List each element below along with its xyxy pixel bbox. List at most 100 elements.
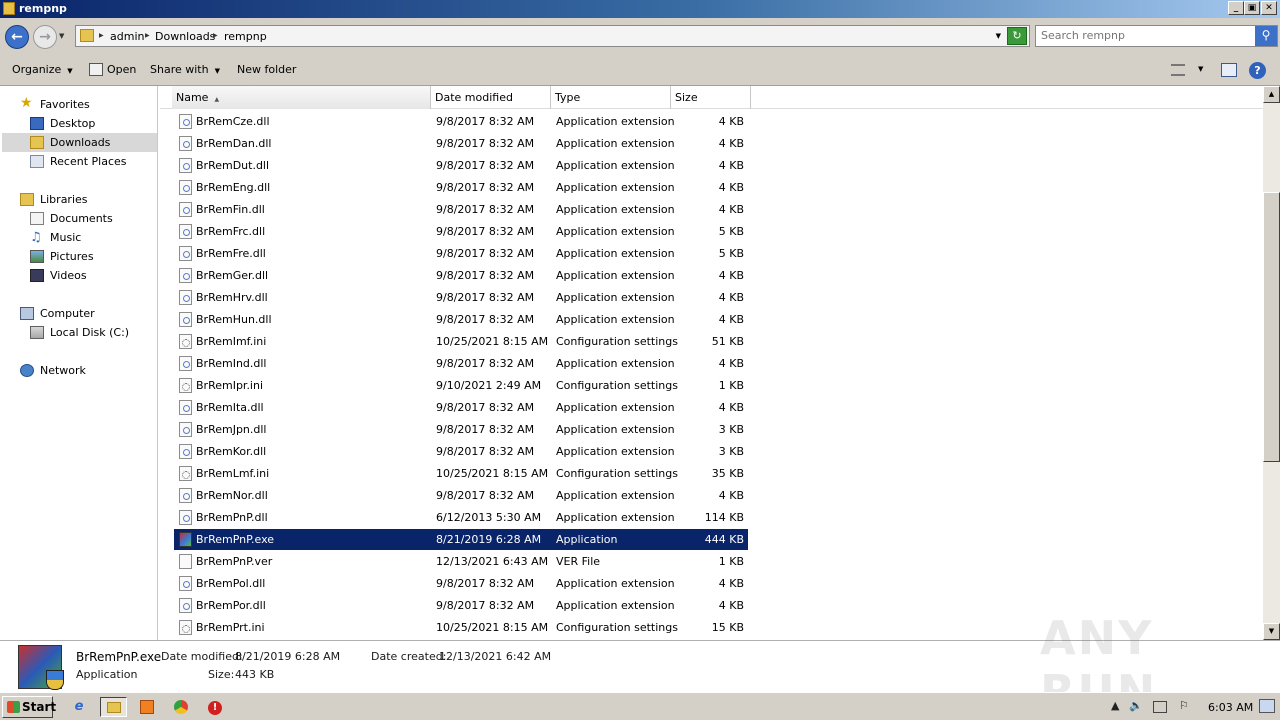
new-folder-button[interactable]: New folder [237,63,296,76]
file-date-modified: 9/8/2017 8:32 AM [436,357,535,370]
share-with-menu[interactable]: Share with ▼ [150,63,220,76]
file-row[interactable]: BrRemIpr.ini 9/10/2021 2:49 AM Configurati… [174,375,748,396]
close-button[interactable]: ✕ [1261,1,1277,15]
vertical-scrollbar[interactable]: ▲ ▼ [1263,86,1280,640]
nav-recent-places[interactable]: Recent Places [30,152,155,171]
clock[interactable]: 6:03 AM [1208,701,1253,714]
file-row[interactable]: BrRemFrc.dll 9/8/2017 8:32 AM Application … [174,221,748,242]
file-row[interactable]: BrRemPol.dll 9/8/2017 8:32 AM Application … [174,573,748,594]
recent-pages-dropdown-icon[interactable]: ▼ [59,32,64,40]
file-row[interactable]: BrRemFre.dll 9/8/2017 8:32 AM Application … [174,243,748,264]
preview-pane-icon[interactable] [1221,63,1237,77]
internet-explorer-icon[interactable]: e [68,697,90,717]
breadcrumb-arrow-icon[interactable]: ▶ [145,32,150,39]
file-row[interactable]: BrRemHrv.dll 9/8/2017 8:32 AM Application … [174,287,748,308]
open-button[interactable]: Open [107,63,136,76]
file-size: 4 KB [718,203,744,216]
minimize-button[interactable]: _ [1228,1,1244,15]
search-icon[interactable]: ⚲ [1255,26,1277,46]
nav-favorites[interactable]: ★ Favorites [20,95,155,114]
nav-libraries[interactable]: Libraries [20,190,155,209]
file-row[interactable]: BrRemPnP.exe 8/21/2019 6:28 AM Application… [174,529,748,550]
file-row[interactable]: BrRemImf.ini 10/25/2021 8:15 AM Configurat… [174,331,748,352]
search-input[interactable] [1041,29,1251,42]
help-icon[interactable]: ? [1249,62,1266,79]
column-header-date-modified[interactable]: Date modified [431,86,551,109]
maximize-button[interactable]: ▣ [1244,1,1260,15]
file-row[interactable]: BrRemDut.dll 9/8/2017 8:32 AM Application … [174,155,748,176]
navigation-pane: ★ Favorites Desktop Downloads Recent Pla… [0,86,158,640]
file-row[interactable]: BrRemPnP.ver 12/13/2021 6:43 AM VER File 1 … [174,551,748,572]
breadcrumb-arrow-icon[interactable]: ▶ [213,32,218,39]
file-row[interactable]: BrRemGer.dll 9/8/2017 8:32 AM Application … [174,265,748,286]
volume-icon[interactable]: 🔈 [1129,699,1143,712]
file-type: Configuration settings [556,467,678,480]
file-row[interactable]: BrRemHun.dll 9/8/2017 8:32 AM Application … [174,309,748,330]
nav-downloads[interactable]: Downloads [2,133,157,152]
nav-music[interactable]: ♫ Music [30,228,155,247]
application-icon [18,645,64,690]
file-row[interactable]: BrRemJpn.dll 9/8/2017 8:32 AM Application … [174,419,748,440]
nav-local-disk[interactable]: Local Disk (C:) [30,323,155,342]
breadcrumb-downloads[interactable]: Downloads [155,30,215,43]
file-row[interactable]: BrRemPrt.ini 10/25/2021 8:15 AM Configurat… [174,617,748,638]
file-row[interactable]: BrRemCze.dll 9/8/2017 8:32 AM Application … [174,111,748,132]
action-center-flag-icon[interactable]: ⚐ [1179,699,1189,712]
file-date-modified: 8/21/2019 6:28 AM [436,533,542,546]
start-button[interactable]: Start [2,696,56,718]
windows-explorer-taskbar-button[interactable] [100,697,127,717]
breadcrumb-arrow-icon[interactable]: ▶ [99,32,104,39]
scrollbar-thumb[interactable] [1263,192,1280,462]
nav-desktop[interactable]: Desktop [30,114,155,133]
address-box[interactable]: ▶ admin ▶ Downloads ▶ rempnp ▼ ↻ [75,25,1030,47]
forward-button[interactable]: → [33,25,57,49]
column-header-type[interactable]: Type [551,86,671,109]
file-type: Application extension [556,489,675,502]
file-row[interactable]: BrRemDan.dll 9/8/2017 8:32 AM Application … [174,133,748,154]
file-name: BrRemNor.dll [196,489,268,502]
file-row[interactable]: BrRemKor.dll 9/8/2017 8:32 AM Application … [174,441,748,462]
breadcrumb-admin[interactable]: admin [110,30,144,43]
address-history-dropdown-icon[interactable]: ▼ [996,32,1001,40]
desktop-icon [30,117,44,130]
file-date-modified: 9/10/2021 2:49 AM [436,379,542,392]
file-size: 4 KB [718,401,744,414]
nav-documents-label: Documents [50,212,113,225]
scroll-up-arrow-icon[interactable]: ▲ [1263,86,1280,103]
organize-menu[interactable]: Organize ▼ [12,63,73,76]
file-row[interactable]: BrRemPnP.dll 6/12/2013 5:30 AM Application… [174,507,748,528]
media-player-icon[interactable] [136,697,158,717]
file-type: Application extension [556,159,675,172]
change-view-icon[interactable] [1171,64,1185,76]
nav-network[interactable]: Network [20,361,155,380]
file-name: BrRemGer.dll [196,269,269,282]
show-desktop-icon[interactable] [1259,699,1275,713]
folder-icon [80,29,94,42]
file-row[interactable]: BrRemIta.dll 9/8/2017 8:32 AM Application … [174,397,748,418]
nav-pictures[interactable]: Pictures [30,247,155,266]
show-hidden-icons-icon[interactable]: ▲ [1111,699,1119,712]
music-icon: ♫ [30,230,42,245]
file-row[interactable]: BrRemFin.dll 9/8/2017 8:32 AM Application … [174,199,748,220]
file-type: Application extension [556,445,675,458]
search-box[interactable]: ⚲ [1035,25,1278,47]
file-row[interactable]: BrRemNor.dll 9/8/2017 8:32 AM Application … [174,485,748,506]
stop-icon[interactable]: ! [204,697,226,717]
videos-icon [30,269,44,282]
file-row[interactable]: BrRemEng.dll 9/8/2017 8:32 AM Application … [174,177,748,198]
view-options-dropdown-icon[interactable]: ▼ [1198,65,1203,73]
network-tray-icon[interactable] [1153,701,1167,713]
nav-videos[interactable]: Videos [30,266,155,285]
nav-computer[interactable]: Computer [20,304,155,323]
breadcrumb-rempnp[interactable]: rempnp [224,30,267,43]
refresh-icon[interactable]: ↻ [1007,27,1027,45]
chrome-icon[interactable] [170,697,192,717]
file-date-modified: 9/8/2017 8:32 AM [436,599,535,612]
nav-documents[interactable]: Documents [30,209,155,228]
file-row[interactable]: BrRemInd.dll 9/8/2017 8:32 AM Application … [174,353,748,374]
back-button[interactable]: ← [5,25,29,49]
column-header-size[interactable]: Size [671,86,751,109]
file-row[interactable]: BrRemLmf.ini 10/25/2021 8:15 AM Configurat… [174,463,748,484]
column-header-name[interactable]: Name ▲ [172,86,431,109]
file-row[interactable]: BrRemPor.dll 9/8/2017 8:32 AM Application … [174,595,748,616]
